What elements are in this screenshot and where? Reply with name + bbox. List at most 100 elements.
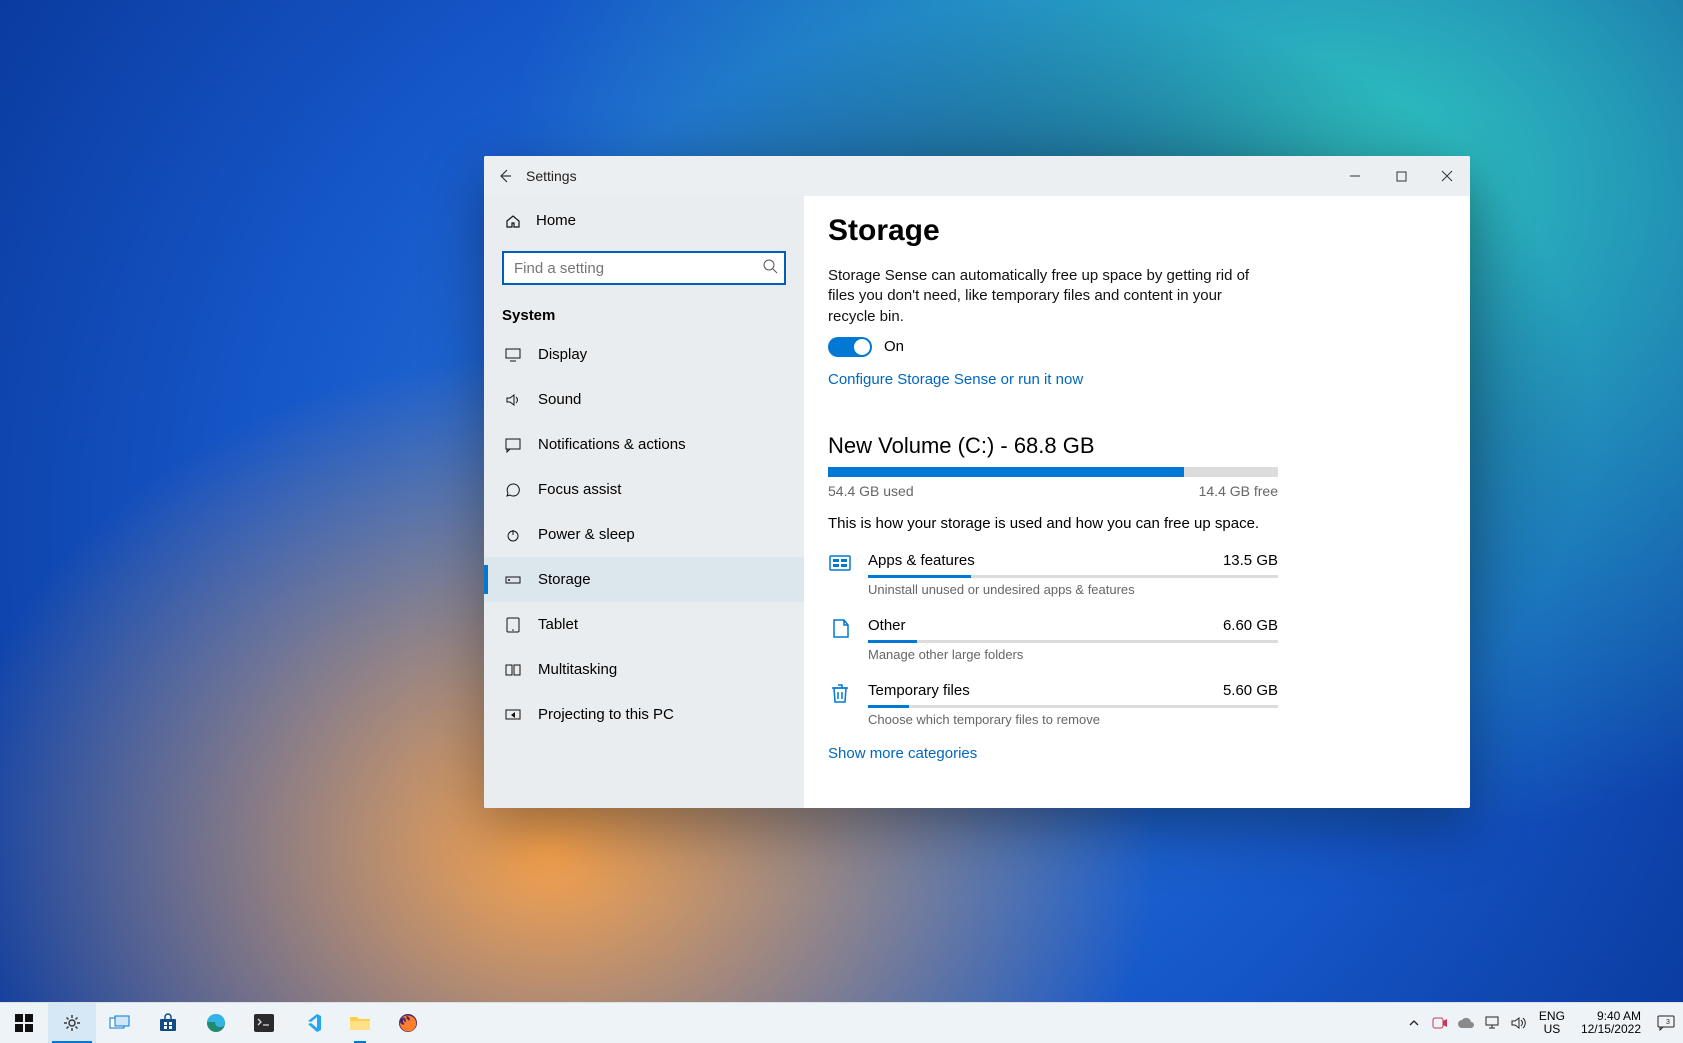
sidebar-item-notifications[interactable]: Notifications & actions — [484, 422, 804, 467]
taskbar-app-settings[interactable] — [48, 1003, 96, 1043]
multitasking-icon — [504, 662, 522, 678]
sidebar-home-label: Home — [536, 212, 576, 229]
file-explorer-icon — [349, 1014, 371, 1032]
volume-usage-bar — [828, 467, 1278, 477]
titlebar: Settings — [484, 156, 1470, 196]
show-more-categories-link[interactable]: Show more categories — [828, 745, 977, 762]
sidebar-item-display[interactable]: Display — [484, 332, 804, 377]
sidebar-item-storage[interactable]: Storage — [484, 557, 804, 602]
storage-sense-toggle[interactable] — [828, 337, 872, 357]
notifications-icon — [504, 437, 522, 453]
windows-logo-icon — [15, 1014, 33, 1032]
taskbar-app-terminal[interactable] — [240, 1003, 288, 1043]
window-title: Settings — [526, 168, 577, 184]
sidebar-search[interactable] — [502, 251, 786, 285]
taskbar-app-firefox[interactable] — [384, 1003, 432, 1043]
search-input[interactable] — [502, 251, 786, 285]
sidebar-item-label: Display — [538, 346, 587, 363]
cloud-icon — [1457, 1017, 1475, 1029]
temp-icon — [828, 682, 852, 706]
start-button[interactable] — [0, 1003, 48, 1043]
projecting-icon — [504, 707, 522, 723]
storage-icon — [504, 572, 522, 588]
free-label: 14.4 GB free — [1199, 483, 1278, 499]
sidebar-item-label: Sound — [538, 391, 581, 408]
page-title: Storage — [828, 214, 1440, 248]
category-bar — [868, 575, 1278, 578]
sidebar: Home System DisplaySoundNotifications & … — [484, 196, 804, 808]
sidebar-item-label: Storage — [538, 571, 591, 588]
lang-layout: US — [1539, 1023, 1565, 1036]
sidebar-item-projecting[interactable]: Projecting to this PC — [484, 692, 804, 737]
category-bar — [868, 640, 1278, 643]
focus-icon — [504, 482, 522, 498]
storage-sense-description: Storage Sense can automatically free up … — [828, 266, 1258, 327]
sidebar-item-label: Focus assist — [538, 481, 621, 498]
maximize-button[interactable] — [1378, 156, 1424, 196]
firefox-icon — [398, 1013, 418, 1033]
clock-date: 12/15/2022 — [1581, 1023, 1641, 1036]
category-size: 6.60 GB — [1223, 617, 1278, 634]
category-subtext: Choose which temporary files to remove — [868, 712, 1278, 727]
task-view-icon — [109, 1015, 131, 1031]
sidebar-item-multitasking[interactable]: Multitasking — [484, 647, 804, 692]
storage-category-other[interactable]: Other6.60 GBManage other large folders — [828, 617, 1278, 662]
display-icon — [504, 347, 522, 363]
tray-volume[interactable] — [1505, 1016, 1531, 1030]
back-button[interactable] — [484, 156, 526, 196]
sidebar-item-label: Power & sleep — [538, 526, 635, 543]
back-arrow-icon — [497, 168, 513, 184]
sidebar-item-focus[interactable]: Focus assist — [484, 467, 804, 512]
apps-icon — [828, 552, 852, 576]
meet-now-icon — [1432, 1016, 1448, 1030]
speaker-icon — [1510, 1016, 1526, 1030]
tray-clock[interactable]: 9:40 AM 12/15/2022 — [1573, 1010, 1649, 1036]
sidebar-item-label: Projecting to this PC — [538, 706, 674, 723]
sidebar-item-power[interactable]: Power & sleep — [484, 512, 804, 557]
tray-meet-now[interactable] — [1427, 1016, 1453, 1030]
sidebar-item-tablet[interactable]: Tablet — [484, 602, 804, 647]
settings-window: Settings Home Syst — [484, 156, 1470, 808]
network-icon — [1484, 1016, 1500, 1030]
tray-overflow-button[interactable] — [1401, 1017, 1427, 1029]
tray-network[interactable] — [1479, 1016, 1505, 1030]
category-name: Apps & features — [868, 552, 975, 569]
category-name: Temporary files — [868, 682, 970, 699]
close-button[interactable] — [1424, 156, 1470, 196]
tray-action-center[interactable]: 3 — [1649, 1015, 1683, 1031]
maximize-icon — [1396, 171, 1407, 182]
svg-text:3: 3 — [1666, 1019, 1670, 1026]
minimize-button[interactable] — [1332, 156, 1378, 196]
home-icon — [504, 213, 522, 229]
taskbar-app-vscode[interactable] — [288, 1003, 336, 1043]
content-area: Storage Storage Sense can automatically … — [804, 196, 1470, 808]
storage-category-temp[interactable]: Temporary files 5.60 GB Choose which tempo… — [828, 682, 1278, 727]
taskbar-app-explorer[interactable] — [336, 1003, 384, 1043]
category-size: 5.60 GB — [1223, 682, 1278, 699]
configure-storage-sense-link[interactable]: Configure Storage Sense or run it now — [828, 371, 1083, 388]
taskbar: ENG US 9:40 AM 12/15/2022 3 — [0, 1002, 1683, 1043]
sidebar-home[interactable]: Home — [484, 196, 804, 245]
sidebar-item-sound[interactable]: Sound — [484, 377, 804, 422]
storage-category-apps[interactable]: Apps & features13.5 GBUninstall unused o… — [828, 552, 1278, 597]
store-icon — [158, 1013, 178, 1033]
minimize-icon — [1349, 170, 1361, 182]
category-name: Other — [868, 617, 906, 634]
system-tray: ENG US 9:40 AM 12/15/2022 3 — [1401, 1003, 1683, 1043]
power-icon — [504, 527, 522, 543]
chevron-up-icon — [1408, 1017, 1420, 1029]
sidebar-items: Display Sound Notifications & actions Focus… — [484, 332, 804, 808]
other-icon — [828, 617, 852, 641]
taskbar-app-task-view[interactable] — [96, 1003, 144, 1043]
sidebar-item-label: Notifications & actions — [538, 436, 686, 453]
taskbar-app-edge[interactable] — [192, 1003, 240, 1043]
sidebar-item-label: Multitasking — [538, 661, 617, 678]
sidebar-item-label: Tablet — [538, 616, 578, 633]
taskbar-app-microsoft-store[interactable] — [144, 1003, 192, 1043]
tablet-icon — [504, 617, 522, 633]
tray-onedrive[interactable] — [1453, 1017, 1479, 1029]
tray-language[interactable]: ENG US — [1531, 1010, 1573, 1036]
notification-icon: 3 — [1657, 1015, 1675, 1031]
category-subtext: Uninstall unused or undesired apps & fea… — [868, 582, 1278, 597]
vscode-icon — [302, 1013, 322, 1033]
